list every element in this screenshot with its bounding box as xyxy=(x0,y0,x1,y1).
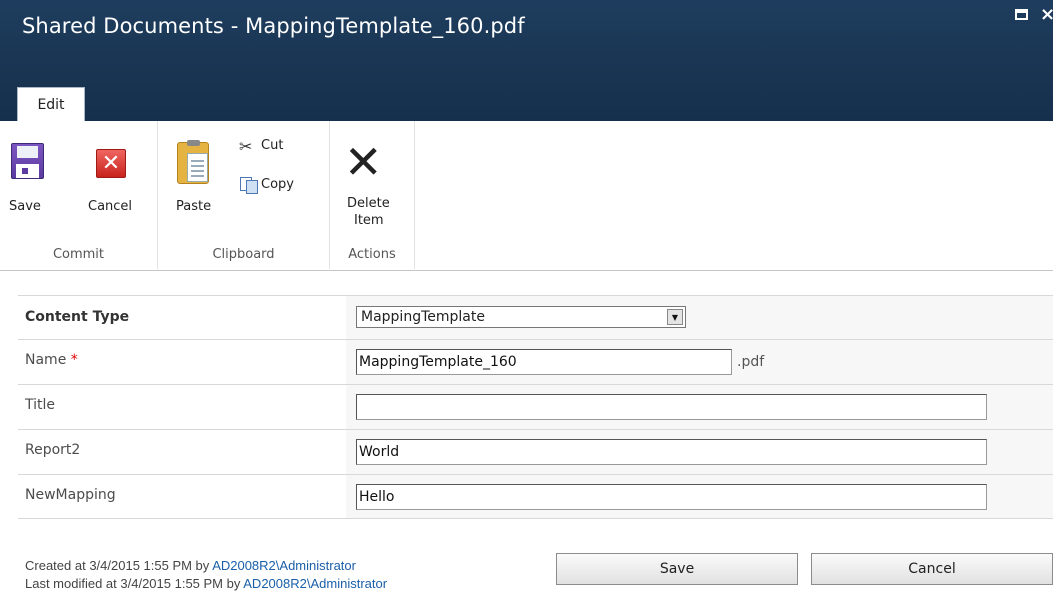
copy-label: Copy xyxy=(261,177,294,192)
newmapping-input[interactable]: Hello xyxy=(356,484,987,510)
dialog-title: Shared Documents - MappingTemplate_160.p… xyxy=(22,14,525,38)
group-label-clipboard: Clipboard xyxy=(212,247,275,262)
save-button[interactable]: Save xyxy=(556,553,798,585)
name-label: Name * xyxy=(25,352,78,368)
dialog-title-bar: Shared Documents - MappingTemplate_160.p… xyxy=(0,0,1053,122)
ribbon-group-actions: ✕ Delete Item Actions xyxy=(330,121,415,269)
report2-label: Report2 xyxy=(25,442,81,458)
cut-label: Cut xyxy=(261,138,284,153)
save-ribbon-label: Save xyxy=(9,199,41,214)
content-type-select[interactable]: MappingTemplate ▼ xyxy=(356,306,686,328)
newmapping-label: NewMapping xyxy=(25,487,116,503)
cancel-icon: ✕ xyxy=(96,149,126,178)
form-row-newmapping: NewMapping Hello xyxy=(18,474,1053,518)
item-metadata: Created at 3/4/2015 1:55 PM by AD2008R2\… xyxy=(25,557,387,593)
title-label: Title xyxy=(25,397,56,413)
scissors-icon: ✂ xyxy=(239,137,253,156)
cancel-ribbon-label: Cancel xyxy=(88,199,133,214)
cancel-ribbon-button[interactable]: ✕ Cancel xyxy=(80,121,150,231)
ribbon: Save ✕ Cancel Commit Paste ✂ Cut Copy Cl… xyxy=(0,121,1053,271)
cancel-button[interactable]: Cancel xyxy=(811,553,1053,585)
modified-by-link[interactable]: AD2008R2\Administrator xyxy=(243,576,387,591)
created-by-link[interactable]: AD2008R2\Administrator xyxy=(212,558,356,573)
form-row-title: Title xyxy=(18,384,1053,429)
required-marker: * xyxy=(70,352,78,368)
delete-item-button[interactable]: ✕ Delete Item xyxy=(330,121,415,236)
ribbon-group-clipboard: Paste ✂ Cut Copy Clipboard xyxy=(158,121,330,269)
chevron-down-icon[interactable]: ▼ xyxy=(667,309,683,325)
name-input[interactable]: MappingTemplate_160 xyxy=(356,349,732,375)
save-icon xyxy=(11,143,44,179)
tab-edit[interactable]: Edit xyxy=(17,87,85,122)
file-extension: .pdf xyxy=(737,354,765,370)
form-row-content-type: Content Type MappingTemplate ▼ xyxy=(18,295,1053,339)
form-row-name: Name * MappingTemplate_160 .pdf xyxy=(18,339,1053,384)
cut-button[interactable]: ✂ Cut xyxy=(236,136,316,160)
close-icon[interactable]: × xyxy=(1040,4,1053,25)
form-row-report2: Report2 World xyxy=(18,429,1053,474)
maximize-icon[interactable] xyxy=(1015,9,1028,20)
form-divider xyxy=(18,518,1053,519)
paste-icon xyxy=(177,140,209,184)
created-info: Created at 3/4/2015 1:55 PM by AD2008R2\… xyxy=(25,558,356,573)
content-type-value: MappingTemplate xyxy=(361,309,485,325)
copy-button[interactable]: Copy xyxy=(236,173,326,197)
group-label-actions: Actions xyxy=(348,247,396,262)
paste-button[interactable]: Paste xyxy=(158,121,228,231)
modified-info: Last modified at 3/4/2015 1:55 PM by AD2… xyxy=(25,576,388,591)
report2-input[interactable]: World xyxy=(356,439,987,465)
copy-icon xyxy=(240,177,258,194)
save-ribbon-button[interactable]: Save xyxy=(0,121,60,231)
delete-label-line2: Item xyxy=(354,213,384,228)
paste-label: Paste xyxy=(176,199,212,214)
title-input[interactable] xyxy=(356,394,987,420)
group-label-commit: Commit xyxy=(52,247,105,262)
content-type-label: Content Type xyxy=(25,309,130,325)
delete-label-line1: Delete xyxy=(347,196,390,211)
delete-x-icon: ✕ xyxy=(344,135,383,189)
ribbon-group-commit: Save ✕ Cancel Commit xyxy=(0,121,158,269)
